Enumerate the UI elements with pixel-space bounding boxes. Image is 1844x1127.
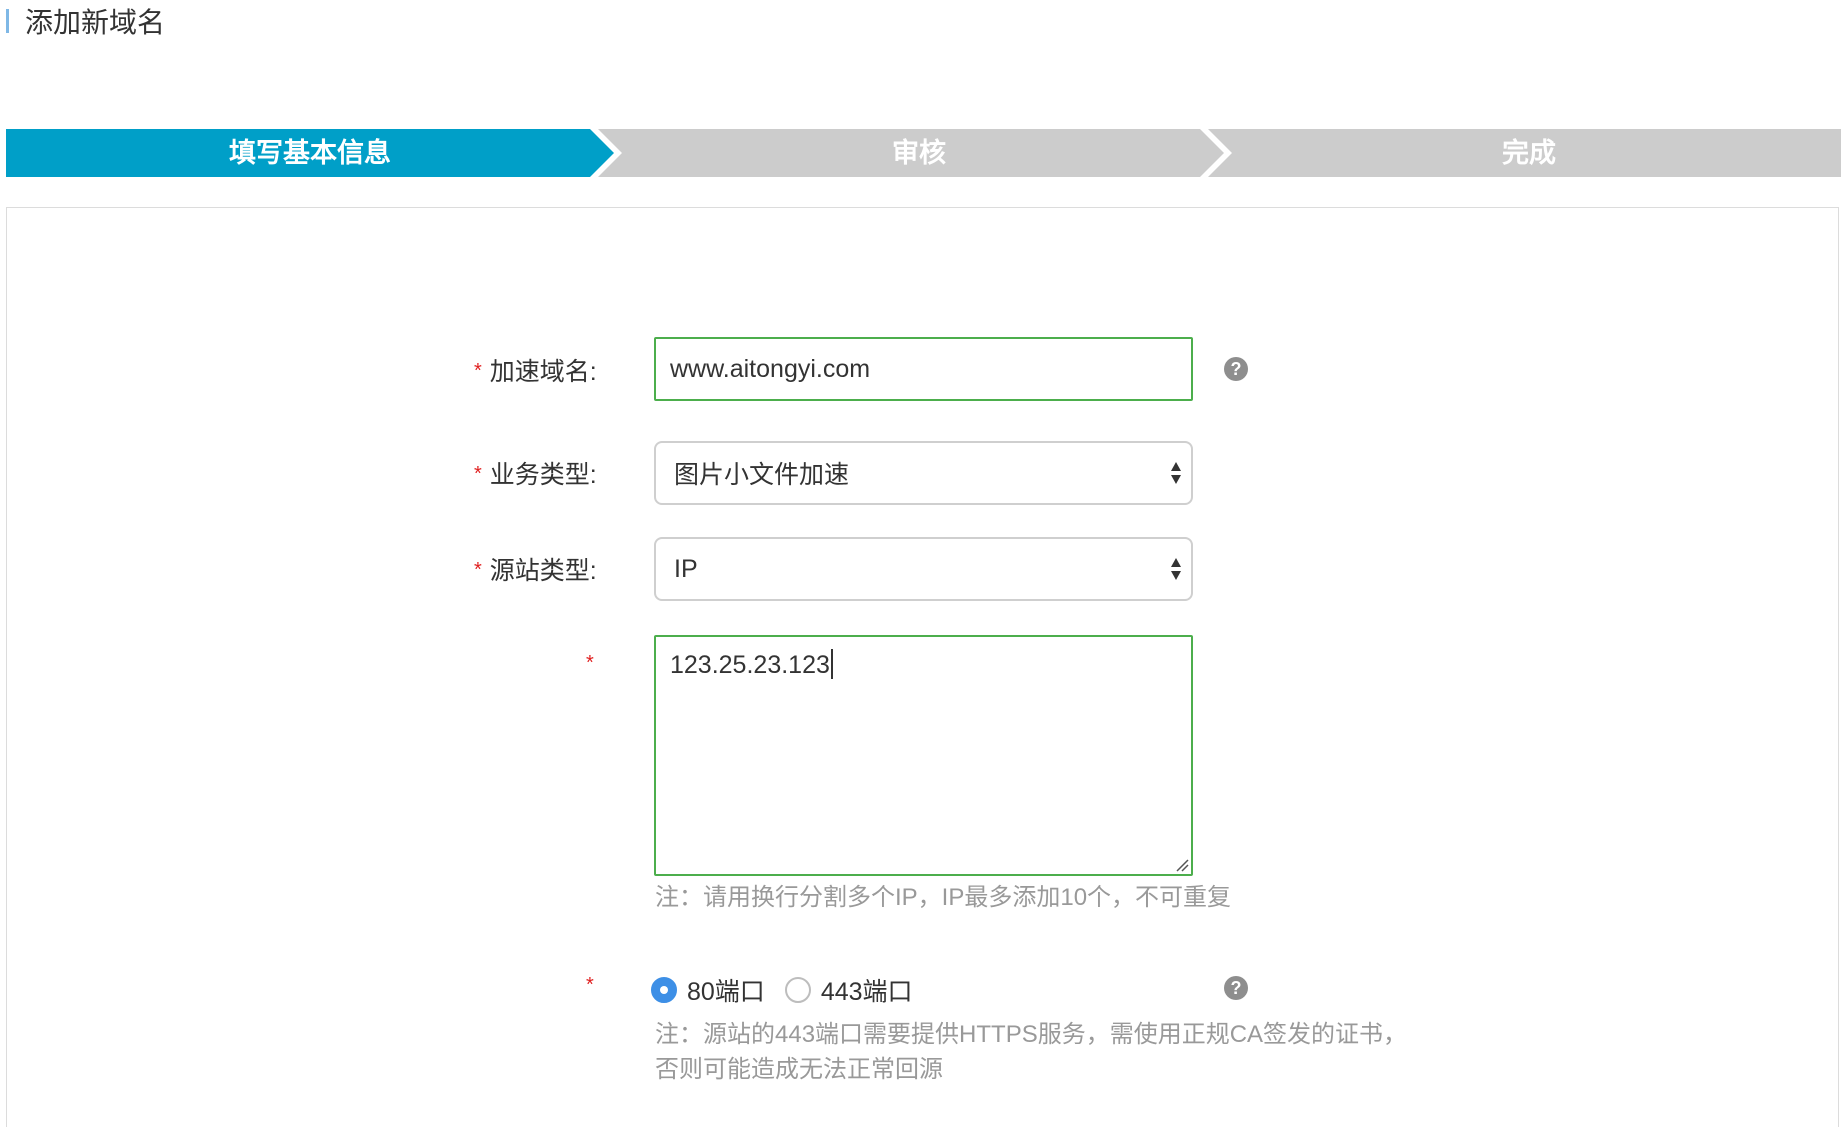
required-mark: *	[474, 559, 482, 581]
step-1-label: 填写基本信息	[229, 138, 391, 168]
port-radio-group: 80端口 443端口	[651, 972, 933, 1008]
port-443-option[interactable]: 443端口	[784, 972, 913, 1008]
port-80-radio[interactable]	[651, 977, 677, 1003]
port-hint-line1: 注：源站的443端口需要提供HTTPS服务，需使用正规CA签发的证书，	[655, 1021, 1408, 1048]
step-2-label: 审核	[892, 138, 946, 168]
port-help-icon[interactable]: ?	[1224, 976, 1248, 1000]
port-80-option[interactable]: 80端口	[651, 972, 765, 1008]
port-80-label: 80端口	[687, 978, 765, 1006]
domain-input-value: www.aitongyi.com	[670, 354, 871, 383]
business-type-select[interactable]: 图片小文件加速	[654, 441, 1193, 505]
required-mark: *	[474, 360, 482, 382]
page-title: 添加新域名	[25, 7, 166, 38]
business-type-value: 图片小文件加速	[674, 461, 850, 489]
select-arrows-icon	[1171, 558, 1181, 580]
port-443-radio[interactable]	[784, 977, 811, 1003]
resize-grip-icon[interactable]	[1175, 858, 1189, 872]
domain-help-icon[interactable]: ?	[1224, 357, 1248, 381]
origin-type-select[interactable]: IP	[654, 537, 1193, 601]
required-mark: *	[474, 463, 482, 485]
text-caret	[830, 649, 833, 679]
origin-ips-hint: 注：请用换行分割多个IP，IP最多添加10个，不可重复	[655, 884, 1232, 911]
page-header: 添加新域名	[6, 4, 165, 38]
origin-ips-textarea[interactable]: 123.25.23.123	[654, 635, 1193, 876]
port-hint-line2: 否则可能造成无法正常回源	[655, 1056, 943, 1083]
origin-ips-required-mark: *	[586, 652, 594, 674]
origin-ips-value: 123.25.23.123	[670, 651, 830, 679]
business-type-label: * 业务类型:	[474, 455, 597, 491]
business-type-label-text: 业务类型:	[489, 461, 597, 489]
port-443-label: 443端口	[820, 978, 913, 1006]
header-accent-bar	[6, 9, 9, 33]
port-required-mark: *	[586, 974, 594, 996]
origin-type-label-text: 源站类型:	[489, 557, 597, 585]
domain-label: * 加速域名:	[474, 352, 597, 388]
select-arrows-icon	[1171, 462, 1181, 484]
step-3-label: 完成	[1502, 138, 1556, 168]
domain-input[interactable]: www.aitongyi.com	[654, 337, 1193, 401]
origin-type-label: * 源站类型:	[474, 551, 597, 587]
domain-label-text: 加速域名:	[489, 358, 597, 386]
step-progress: 填写基本信息 审核 完成	[6, 129, 1841, 177]
origin-type-value: IP	[674, 554, 698, 583]
